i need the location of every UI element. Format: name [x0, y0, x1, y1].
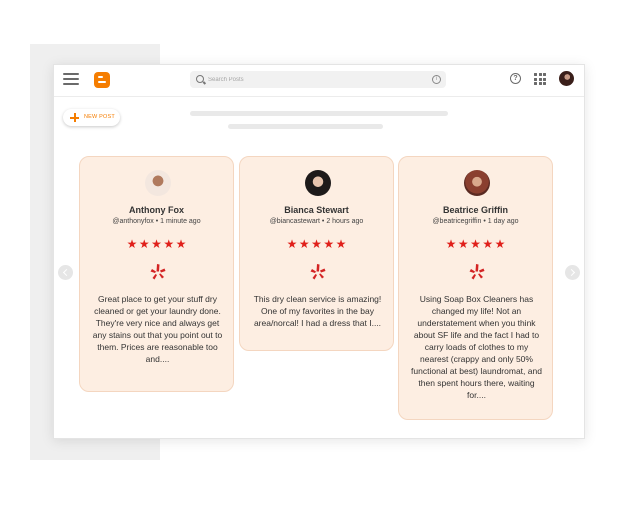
review-meta: @anthonyfox • 1 minute ago [112, 218, 201, 225]
star-icon: ★ [457, 237, 469, 251]
new-post-label: NEW POST [84, 114, 115, 120]
chevron-left-icon[interactable] [58, 265, 73, 280]
yelp-icon [150, 264, 166, 280]
star-icon: ★ [494, 237, 506, 251]
reviewer-avatar [305, 170, 331, 196]
review-time: 1 day ago [487, 218, 519, 225]
chevron-right-icon[interactable] [565, 265, 580, 280]
reviewer-name: Anthony Fox [129, 205, 184, 215]
star-rating: ★ ★ ★ ★ ★ [240, 238, 393, 250]
reviewer-handle: @anthonyfox [112, 218, 154, 225]
star-icon: ★ [445, 237, 457, 251]
reviewer-avatar [464, 170, 490, 196]
review-card: Anthony Fox @anthonyfox • 1 minute ago ★… [79, 156, 234, 392]
plus-icon [70, 113, 79, 122]
star-icon: ★ [335, 237, 347, 251]
star-icon: ★ [323, 237, 335, 251]
new-post-button[interactable]: NEW POST [63, 109, 120, 126]
hamburger-menu-icon[interactable] [63, 73, 79, 85]
star-icon: ★ [175, 237, 187, 251]
star-icon: ★ [151, 237, 162, 251]
star-icon: ★ [311, 237, 322, 251]
search-icon [196, 75, 204, 83]
reviewer-handle: @beatricegriffin [432, 218, 482, 225]
star-icon: ★ [126, 237, 138, 251]
reviewer-handle: @biancastewart [269, 218, 320, 225]
review-time: 1 minute ago [160, 218, 201, 225]
star-icon: ★ [298, 237, 310, 251]
search-bar[interactable]: i [190, 71, 446, 88]
star-icon: ★ [470, 237, 481, 251]
reviewer-avatar [145, 170, 171, 196]
user-avatar[interactable] [559, 71, 574, 86]
apps-grid-icon[interactable] [534, 73, 546, 85]
review-card: Bianca Stewart @biancastewart • 2 hours … [239, 156, 394, 351]
review-text: This dry clean service is amazing! One o… [253, 294, 382, 328]
review-meta: @biancastewart • 2 hours ago [269, 218, 364, 225]
blogger-logo[interactable] [94, 72, 110, 88]
star-icon: ★ [482, 237, 494, 251]
review-text: Great place to get your stuff dry cleane… [92, 294, 223, 364]
reviewer-name: Bianca Stewart [284, 205, 349, 215]
loading-placeholder-bar [190, 111, 448, 116]
help-icon[interactable]: ? [510, 73, 521, 84]
yelp-icon [310, 264, 326, 280]
loading-placeholder-bar [228, 124, 383, 129]
star-icon: ★ [163, 237, 175, 251]
app-window: i ? NEW POST Anthony Fox @anthonyfox • 1… [53, 64, 585, 439]
star-icon: ★ [286, 237, 298, 251]
star-rating: ★ ★ ★ ★ ★ [399, 238, 552, 250]
yelp-icon [469, 264, 485, 280]
review-text: Using Soap Box Cleaners has changed my l… [411, 294, 542, 400]
star-rating: ★ ★ ★ ★ ★ [80, 238, 233, 250]
search-input[interactable] [208, 73, 418, 86]
star-icon: ★ [138, 237, 150, 251]
review-meta: @beatricegriffin • 1 day ago [432, 218, 519, 225]
info-icon[interactable]: i [432, 75, 441, 84]
reviewer-name: Beatrice Griffin [442, 205, 509, 215]
review-card: Beatrice Griffin @beatricegriffin • 1 da… [398, 156, 553, 420]
top-bar: i ? [54, 65, 584, 97]
review-time: 2 hours ago [326, 218, 364, 225]
